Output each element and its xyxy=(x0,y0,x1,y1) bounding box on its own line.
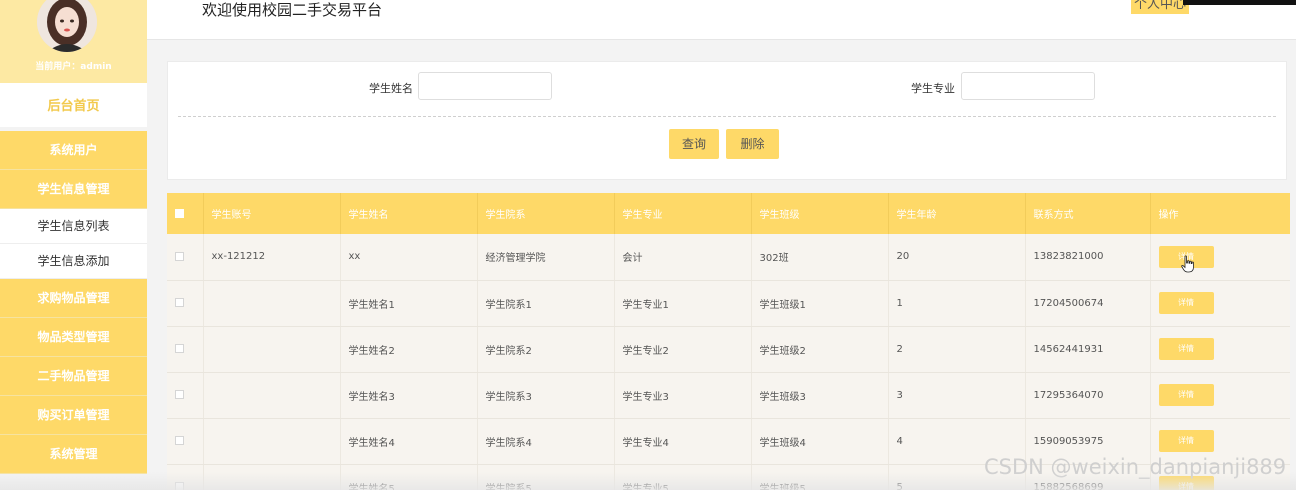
detail-button[interactable]: 详情 xyxy=(1158,430,1214,452)
sidebar-item-secondhand-items[interactable]: 二手物品管理 xyxy=(0,357,147,396)
avatar xyxy=(37,0,97,52)
column-header: 学生专业 xyxy=(614,193,752,234)
hand-cursor-icon xyxy=(1181,255,1194,273)
sidebar: 当前用户：admin 后台首页 系统用户 学生信息管理 学生信息列表 学生信息添… xyxy=(0,0,147,490)
column-header: 学生院系 xyxy=(477,193,615,234)
table-cell: 学生班级4 xyxy=(751,418,889,465)
select-all-cell xyxy=(167,193,204,234)
table-cell: 学生专业1 xyxy=(614,280,752,327)
sidebar-item-system-users[interactable]: 系统用户 xyxy=(0,131,147,170)
table-cell: 学生姓名2 xyxy=(340,326,478,373)
current-user-label: 当前用户：admin xyxy=(35,62,112,72)
column-header: 学生账号 xyxy=(203,193,341,234)
row-checkbox[interactable] xyxy=(175,436,184,445)
table-row: 学生姓名1 学生院系1 学生专业1 学生班级1 1 17204500674 详情 xyxy=(167,280,1290,327)
table-cell: 学生专业3 xyxy=(614,372,752,419)
sidebar-item-student-info[interactable]: 学生信息管理 xyxy=(0,170,147,209)
row-select-cell xyxy=(167,418,204,465)
student-major-label: 学生专业 xyxy=(911,82,955,95)
table-row: 学生姓名2 学生院系2 学生专业2 学生班级2 2 14562441931 详情 xyxy=(167,326,1290,373)
row-select-cell xyxy=(167,234,204,281)
table-cell: 302班 xyxy=(751,234,889,281)
table-cell: 1 xyxy=(888,280,1026,327)
column-header: 操作 xyxy=(1150,193,1290,234)
table-cell: 经济管理学院 xyxy=(477,234,615,281)
select-all-checkbox[interactable] xyxy=(175,208,184,218)
personal-center-button[interactable]: 个人中心 xyxy=(1131,0,1190,14)
row-checkbox[interactable] xyxy=(175,390,184,399)
delete-button[interactable]: 删除 xyxy=(726,129,779,159)
row-select-cell xyxy=(167,326,204,373)
row-checkbox[interactable] xyxy=(175,251,184,261)
query-button[interactable]: 查询 xyxy=(669,129,719,159)
table-cell: 会计 xyxy=(614,234,752,281)
column-header: 学生班级 xyxy=(751,193,889,234)
sidebar-item-home[interactable]: 后台首页 xyxy=(0,83,147,131)
divider xyxy=(178,116,1276,117)
occluding-bar xyxy=(1183,0,1296,5)
table-cell: 17295364070 xyxy=(1025,372,1151,419)
table-cell: 学生院系4 xyxy=(477,418,615,465)
table-cell: 13823821000 xyxy=(1025,234,1151,281)
page-title: 欢迎使用校园二手交易平台 xyxy=(202,1,383,19)
table-cell: 3 xyxy=(888,372,1026,419)
table-cell: 17204500674 xyxy=(1025,280,1151,327)
detail-button[interactable]: 详情 xyxy=(1158,338,1214,360)
bottom-fade xyxy=(0,472,1296,490)
table-cell: 学生专业2 xyxy=(614,326,752,373)
student-name-label: 学生姓名 xyxy=(369,82,413,95)
row-actions-cell: 详情 xyxy=(1150,372,1290,419)
table-cell: 14562441931 xyxy=(1025,326,1151,373)
row-select-cell xyxy=(167,372,204,419)
table-cell: 学生院系2 xyxy=(477,326,615,373)
detail-button[interactable]: 详情 xyxy=(1158,384,1214,406)
top-bar: 欢迎使用校园二手交易平台 个人中心 xyxy=(147,0,1296,40)
row-select-cell xyxy=(167,280,204,327)
sidebar-item-purchase-orders[interactable]: 购买订单管理 xyxy=(0,396,147,435)
table-cell xyxy=(203,418,341,465)
table-cell: 学生班级2 xyxy=(751,326,889,373)
table-cell: 学生院系3 xyxy=(477,372,615,419)
table-cell: 学生班级3 xyxy=(751,372,889,419)
table-cell: 学生姓名4 xyxy=(340,418,478,465)
search-panel: 学生姓名 学生专业 查询 删除 xyxy=(167,61,1287,180)
table-header-row: 学生账号 学生姓名 学生院系 学生专业 学生班级 学生年龄 联系方式 操作 xyxy=(167,193,1290,234)
row-checkbox[interactable] xyxy=(175,298,184,307)
table-cell: 学生班级1 xyxy=(751,280,889,327)
table-row: 学生姓名3 学生院系3 学生专业3 学生班级3 3 17295364070 详情 xyxy=(167,372,1290,419)
table-cell: 学生院系1 xyxy=(477,280,615,327)
row-actions-cell: 详情 xyxy=(1150,234,1290,281)
table-cell: xx-121212 xyxy=(203,234,341,281)
row-actions-cell: 详情 xyxy=(1150,326,1290,373)
detail-button[interactable]: 详情 xyxy=(1158,292,1214,314)
column-header: 联系方式 xyxy=(1025,193,1151,234)
sidebar-subitem-student-list[interactable]: 学生信息列表 xyxy=(0,209,147,244)
sidebar-subitem-student-add[interactable]: 学生信息添加 xyxy=(0,244,147,279)
sidebar-item-purchase-items[interactable]: 求购物品管理 xyxy=(0,279,147,318)
sidebar-item-system-manage[interactable]: 系统管理 xyxy=(0,435,147,474)
table-cell: 20 xyxy=(888,234,1026,281)
table-cell: xx xyxy=(340,234,478,281)
row-checkbox[interactable] xyxy=(175,344,184,353)
student-table: 学生账号 学生姓名 学生院系 学生专业 学生班级 学生年龄 联系方式 操作 xx… xyxy=(167,193,1290,490)
column-header: 学生姓名 xyxy=(340,193,478,234)
sidebar-item-item-types[interactable]: 物品类型管理 xyxy=(0,318,147,357)
table-cell: 学生姓名1 xyxy=(340,280,478,327)
table-cell: 学生专业4 xyxy=(614,418,752,465)
table-cell: 2 xyxy=(888,326,1026,373)
column-header: 学生年龄 xyxy=(888,193,1026,234)
student-major-input[interactable] xyxy=(961,72,1095,100)
student-name-input[interactable] xyxy=(418,72,552,100)
table-cell xyxy=(203,280,341,327)
row-actions-cell: 详情 xyxy=(1150,280,1290,327)
table-cell xyxy=(203,326,341,373)
avatar-image-icon xyxy=(37,0,97,52)
user-panel: 当前用户：admin xyxy=(0,0,147,83)
table-cell: 学生姓名3 xyxy=(340,372,478,419)
table-cell xyxy=(203,372,341,419)
table-row: xx-121212xx经济管理学院会计302班2013823821000详情 xyxy=(167,234,1290,281)
